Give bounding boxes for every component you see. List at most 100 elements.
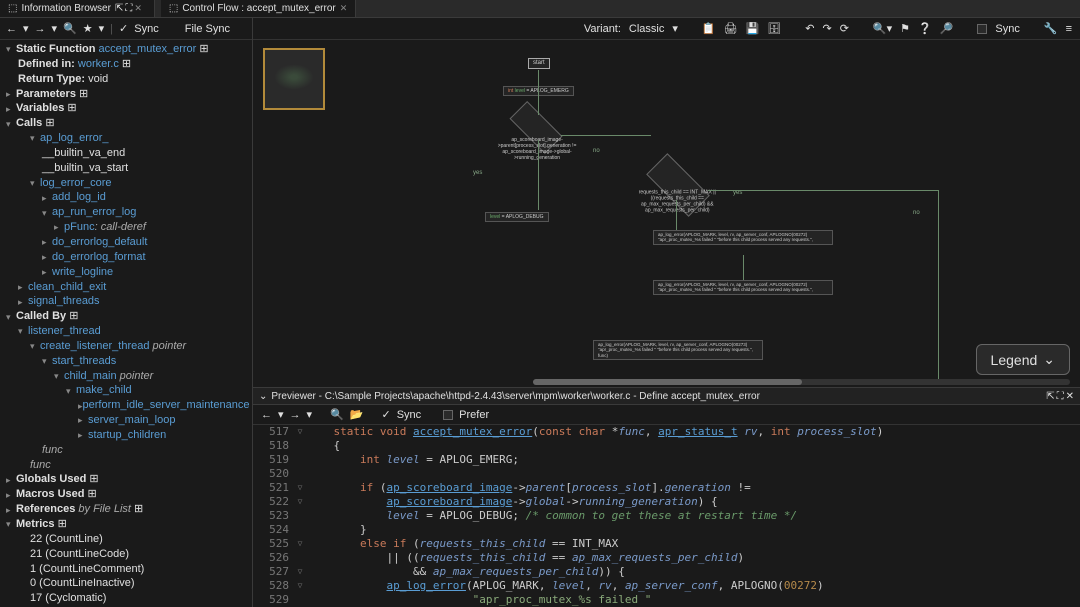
wrench-icon[interactable]: 🔧	[1044, 22, 1058, 35]
tree-link[interactable]: log_error_core	[40, 176, 112, 191]
fold-icon[interactable]: ▽	[293, 565, 307, 579]
chevron-down-icon[interactable]: ▾	[672, 22, 678, 35]
code-line[interactable]: 523 level = APLOG_DEBUG; /* common to ge…	[253, 509, 1080, 523]
code-line[interactable]: 522▽ ap_scoreboard_image->global->runnin…	[253, 495, 1080, 509]
close-icon[interactable]: ✕	[1066, 391, 1074, 402]
copy-icon[interactable]: 📋	[702, 22, 716, 35]
fold-icon[interactable]: ▽	[293, 579, 307, 593]
entity-name[interactable]: accept_mutex_error	[99, 42, 197, 57]
options-icon[interactable]: ⊞	[199, 42, 208, 57]
dropdown-icon[interactable]: ▾	[23, 22, 29, 35]
tree-link[interactable]: listener_thread	[28, 324, 101, 339]
search-icon[interactable]: 🔍	[330, 408, 344, 421]
tree-item[interactable]: __builtin_va_end	[42, 146, 125, 161]
forward-icon[interactable]: →	[290, 409, 301, 421]
dropdown-icon[interactable]: ▾	[52, 22, 58, 35]
fold-icon[interactable]: ▽	[293, 495, 307, 509]
forward-icon[interactable]: →	[35, 23, 46, 35]
fold-icon[interactable]: ▽	[293, 425, 307, 439]
search-graph-icon[interactable]: 🔎	[940, 22, 954, 35]
fold-icon[interactable]: ▽	[293, 537, 307, 551]
code-line[interactable]: 520	[253, 467, 1080, 481]
dropdown-icon[interactable]: ▾	[278, 408, 284, 421]
back-icon[interactable]: ←	[6, 23, 17, 35]
flow-node[interactable]: ap_log_error(APLOG_MARK, level, rv, ap_s…	[653, 230, 833, 245]
flow-decision[interactable]: ap_scoreboard_image->parent[process_slot…	[509, 101, 562, 154]
tree-link[interactable]: clean_child_exit	[28, 280, 106, 295]
pin-icon[interactable]: ⇱	[115, 3, 123, 14]
star-icon[interactable]: ★	[83, 22, 93, 35]
code-line[interactable]: 519 int level = APLOG_EMERG;	[253, 453, 1080, 467]
dropdown-icon[interactable]: ▾	[307, 408, 313, 421]
back-icon[interactable]: ←	[261, 409, 272, 421]
expand-icon[interactable]: ⛶	[1057, 391, 1064, 402]
tab-control-flow[interactable]: ⬚ Control Flow : accept_mutex_error ✕	[161, 0, 356, 17]
dropdown-icon[interactable]: ▾	[99, 22, 105, 35]
tree-link[interactable]: do_errorlog_format	[52, 250, 146, 265]
code-line[interactable]: 517▽ static void accept_mutex_error(cons…	[253, 425, 1080, 439]
chevron-down-icon[interactable]: ⌄	[259, 391, 267, 402]
help-icon[interactable]: ❔	[918, 22, 932, 35]
sync-label[interactable]: Sync	[134, 23, 158, 35]
macros-node[interactable]: Macros Used	[16, 487, 84, 502]
code-line[interactable]: 518 {	[253, 439, 1080, 453]
tree-link[interactable]: ap_log_error_	[40, 131, 109, 146]
references-node[interactable]: References	[16, 502, 75, 517]
tree-link[interactable]: server_main_loop	[88, 413, 175, 428]
variant-value[interactable]: Classic	[629, 23, 664, 35]
filesync-label[interactable]: File Sync	[185, 23, 230, 35]
sync-check[interactable]: ✓	[119, 22, 128, 35]
tree-link[interactable]: startup_children	[88, 428, 166, 443]
horizontal-scrollbar[interactable]	[533, 379, 1070, 385]
tree-link[interactable]: start_threads	[52, 354, 116, 369]
tree-link[interactable]: signal_threads	[28, 294, 100, 309]
flow-start[interactable]: start	[528, 58, 550, 69]
tree-link[interactable]: pFunc	[64, 220, 95, 235]
globals-node[interactable]: Globals Used	[16, 472, 86, 487]
flow-node[interactable]: level = APLOG_DEBUG	[485, 212, 549, 222]
pin-icon[interactable]: ⇱	[1046, 391, 1054, 402]
flag-icon[interactable]: ⚑	[900, 22, 910, 35]
expand-icon[interactable]: ⛶	[125, 3, 132, 14]
fold-icon[interactable]: ▽	[293, 481, 307, 495]
close-icon[interactable]: ✕	[134, 3, 142, 14]
tree-link[interactable]: create_listener_thread	[40, 339, 149, 354]
parameters-node[interactable]: Parameters	[16, 87, 76, 102]
search-icon[interactable]: 🔍	[63, 22, 77, 35]
flow-decision[interactable]: requests_this_child == INT_MAX || ((requ…	[646, 153, 710, 217]
refresh-icon[interactable]: ⟳	[840, 22, 849, 35]
code-line[interactable]: 525▽ else if (requests_this_child == INT…	[253, 537, 1080, 551]
tree-item[interactable]: __builtin_va_start	[42, 161, 128, 176]
save-icon[interactable]: 💾	[746, 22, 760, 35]
called-by-node[interactable]: Called By	[16, 309, 66, 324]
save-all-icon[interactable]: 🗄	[767, 22, 781, 35]
info-tree[interactable]: ▾Static Function accept_mutex_error ⊞ De…	[0, 40, 252, 607]
tree-link[interactable]: child_main	[64, 369, 117, 384]
calls-node[interactable]: Calls	[16, 116, 42, 131]
redo-icon[interactable]: ↷	[822, 22, 831, 35]
code-line[interactable]: 528▽ ap_log_error(APLOG_MARK, level, rv,…	[253, 579, 1080, 593]
print-icon[interactable]: 🖨	[724, 22, 738, 35]
tree-link[interactable]: perform_idle_server_maintenance	[83, 398, 250, 413]
tree-link[interactable]: write_logline	[52, 265, 113, 280]
code-line[interactable]: 526 || ((requests_this_child == ap_max_r…	[253, 551, 1080, 565]
tree-link[interactable]: ap_run_error_log	[52, 205, 136, 220]
tree-link[interactable]: add_log_id	[52, 190, 106, 205]
tree-link[interactable]: make_child	[76, 383, 132, 398]
close-icon[interactable]: ✕	[340, 3, 348, 14]
tab-info-browser[interactable]: ⬚ Information Browser ⇱ ⛶ ✕	[0, 0, 155, 17]
open-icon[interactable]: 📂	[350, 408, 364, 421]
code-line[interactable]: 521▽ if (ap_scoreboard_image->parent[pro…	[253, 481, 1080, 495]
flow-node[interactable]: ap_log_error(APLOG_MARK, level, rv, ap_s…	[653, 280, 833, 295]
code-line[interactable]: 527▽ && ap_max_requests_per_child)) {	[253, 565, 1080, 579]
flow-node[interactable]: ap_log_error(APLOG_MARK, level, rv, ap_s…	[593, 340, 763, 360]
defined-in-value[interactable]: worker.c	[78, 57, 119, 72]
sync-check[interactable]: ✓	[381, 408, 390, 421]
sync-checkbox[interactable]	[977, 24, 987, 34]
controlflow-canvas[interactable]: start int level = APLOG_EMERG ap_scorebo…	[253, 40, 1080, 387]
prefer-checkbox[interactable]	[443, 410, 453, 420]
variables-node[interactable]: Variables	[16, 101, 64, 116]
minimap[interactable]	[263, 48, 325, 110]
legend-button[interactable]: Legend ⌄	[976, 344, 1070, 375]
tree-link[interactable]: do_errorlog_default	[52, 235, 147, 250]
